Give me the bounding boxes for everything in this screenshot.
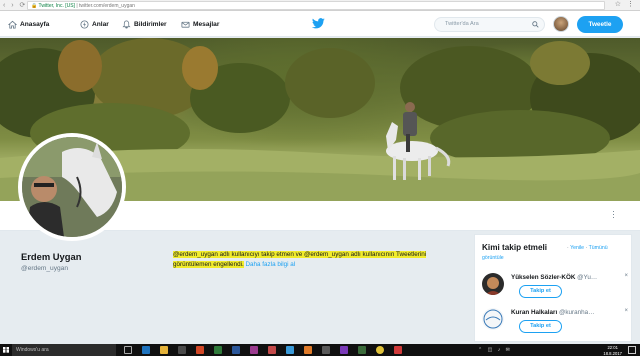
suggested-account-avatar[interactable]	[482, 273, 504, 295]
start-button[interactable]	[0, 344, 12, 356]
file-explorer-icon[interactable]	[160, 346, 168, 354]
suggested-account-handle: @Yu…	[577, 274, 598, 281]
suggested-account: Yükselen Sözler-KÖK @Yu… × Takip et	[482, 273, 630, 303]
nav-home[interactable]: Anasayfa	[8, 11, 49, 37]
suggested-account-name-text: Yükselen Sözler-KÖK	[511, 274, 576, 281]
chrome-icon[interactable]	[376, 346, 384, 354]
nav-home-label: Anasayfa	[20, 20, 50, 28]
blocked-notice: @erdem_uygan adlı kullanıcıyı takip etme…	[173, 250, 461, 270]
lightning-icon	[80, 19, 89, 29]
url-text: twitter.com/erdem_uygan	[79, 3, 135, 9]
nav-moments[interactable]: Anlar	[80, 11, 109, 37]
excel-icon[interactable]	[214, 346, 222, 354]
dismiss-icon[interactable]: ×	[624, 308, 628, 314]
task-view-icon[interactable]	[124, 346, 132, 354]
nav-notifications[interactable]: Bildirimler	[122, 11, 167, 37]
windows-logo-icon	[3, 347, 9, 353]
dismiss-icon[interactable]: ×	[624, 273, 628, 279]
suggested-account-name-text: Kuran Halkaları	[511, 309, 558, 316]
nav-messages[interactable]: Mesajlar	[181, 11, 219, 37]
suggested-account-name[interactable]: Kuran Halkaları @kuranha…	[511, 309, 594, 316]
profile-avatar-image	[22, 137, 122, 237]
suggested-account-name[interactable]: Yükselen Sözler-KÖK @Yu…	[511, 274, 597, 281]
who-to-follow-links: · Yenile · Tümünü görüntüle	[482, 243, 627, 263]
user-avatar[interactable]	[553, 16, 569, 32]
search-icon[interactable]	[532, 21, 539, 28]
clock-date: 18.8.2017	[603, 350, 622, 356]
envelope-icon	[181, 21, 190, 28]
search-placeholder: Twitter'da Ara	[445, 21, 479, 27]
windows-taskbar: Windows'u ara ⌃ ◫ ♪ ✉ 22:01 18.8.2017	[0, 344, 640, 356]
wtf-dot-1: ·	[567, 245, 569, 251]
app-icon[interactable]	[358, 346, 366, 354]
store-icon[interactable]	[178, 346, 186, 354]
wtf-dot-2: ·	[585, 245, 588, 251]
onenote-icon[interactable]	[250, 346, 258, 354]
word-icon[interactable]	[232, 346, 240, 354]
app-icon[interactable]	[322, 346, 330, 354]
suggested-account-avatar[interactable]	[482, 308, 504, 330]
address-bar[interactable]: 🔒 Twitter, Inc. [US] | twitter.com/erdem…	[27, 1, 605, 10]
suggested-account: Kuran Halkaları @kuranha… × Takip et	[482, 308, 630, 338]
browser-menu-icon[interactable]: ☆ ⋮	[615, 0, 636, 8]
home-icon	[8, 20, 17, 29]
tweet-button[interactable]: Tweetle	[577, 16, 623, 33]
lock-icon: 🔒	[31, 3, 38, 9]
browser-toolbar: ‹ › ⟳ 🔒 Twitter, Inc. [US] | twitter.com…	[0, 0, 640, 11]
app-icon[interactable]	[340, 346, 348, 354]
app-icon[interactable]	[394, 346, 402, 354]
app-icon[interactable]	[286, 346, 294, 354]
profile-handle: @erdem_uygan	[21, 265, 69, 272]
edge-icon[interactable]	[142, 346, 150, 354]
learn-more-link[interactable]: Daha fazla bilgi al	[245, 261, 295, 268]
follow-button[interactable]: Takip et	[519, 285, 562, 298]
nav-messages-label: Mesajlar	[193, 20, 220, 28]
browser-nav-arrows[interactable]: ‹ › ⟳	[3, 1, 27, 9]
profile-avatar[interactable]	[18, 133, 126, 241]
system-tray-icons[interactable]: ⌃ ◫ ♪ ✉	[478, 347, 512, 353]
refresh-link[interactable]: Yenile	[570, 245, 584, 251]
search-input[interactable]: Twitter'da Ara	[434, 17, 545, 32]
taskbar-search-input[interactable]: Windows'u ara	[12, 344, 116, 356]
twitter-bird-icon[interactable]	[312, 18, 325, 29]
secure-label: Twitter, Inc. [US]	[38, 3, 75, 9]
suggested-account-avatar-image	[482, 308, 504, 330]
more-options-icon[interactable]: · · ·	[612, 207, 616, 222]
clock[interactable]: 22:01 18.8.2017	[603, 344, 622, 356]
office-icon[interactable]	[196, 346, 204, 354]
action-center-icon[interactable]	[628, 346, 636, 354]
suggested-account-handle: @kuranha…	[558, 309, 595, 316]
nav-moments-label: Anlar	[92, 20, 109, 28]
profile-name: Erdem Uygan	[21, 251, 82, 262]
app-icon[interactable]	[304, 346, 312, 354]
bell-icon	[122, 20, 131, 28]
nav-notifications-label: Bildirimler	[134, 20, 167, 28]
app-icon[interactable]	[268, 346, 276, 354]
suggested-account-avatar-image	[482, 273, 504, 295]
view-all-link[interactable]: Tümünü görüntüle	[482, 245, 608, 261]
twitter-top-nav: Anasayfa Anlar Bildirimler Mesajlar Twit…	[0, 11, 640, 37]
blocked-message: @erdem_uygan adlı kullanıcıyı takip etme…	[173, 251, 427, 268]
who-to-follow-panel: Kimi takip etmeli · Yenile · Tümünü görü…	[474, 234, 632, 342]
follow-button[interactable]: Takip et	[519, 320, 562, 333]
